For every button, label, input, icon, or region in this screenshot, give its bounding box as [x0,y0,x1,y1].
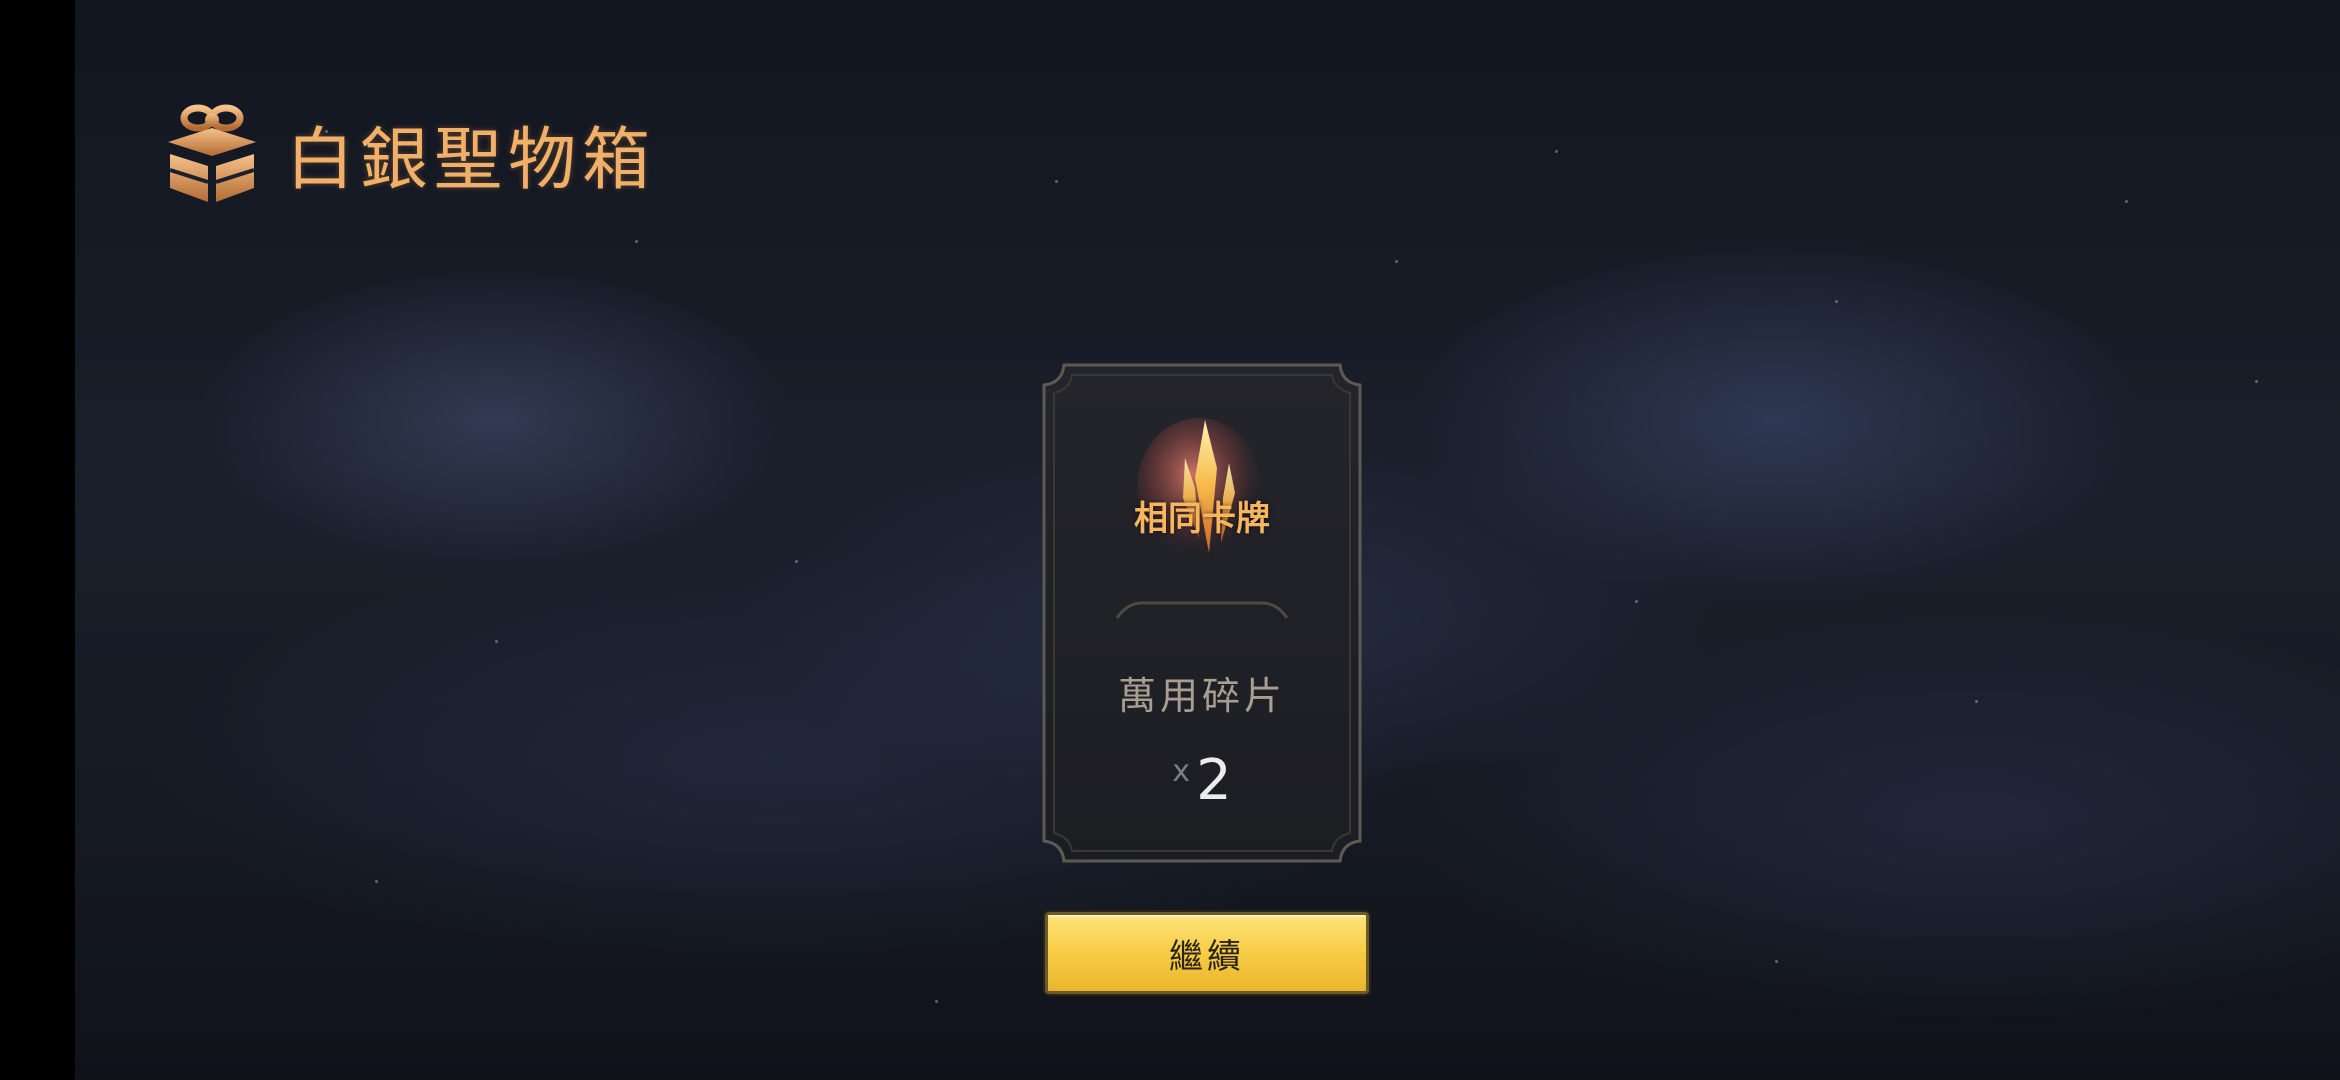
continue-button[interactable]: 繼續 [1045,912,1369,994]
chest-title: 白銀聖物箱 [160,98,656,208]
reward-item-name: 萬用碎片 [1117,674,1286,718]
quantity-value: 2 [1196,748,1232,813]
quantity-prefix: x [1172,754,1191,789]
page-title: 白銀聖物箱 [286,120,657,200]
chest-icon [168,104,256,202]
left-edge-bar [0,0,75,1080]
reward-card: 相同卡牌 萬用碎片 x2 [1042,363,1362,863]
screen: 白銀聖物箱 相同卡牌 萬用碎片 x 2 繼續 [0,0,2340,1080]
duplicate-card-badge: 相同卡牌 [1134,499,1270,539]
reward-quantity: x2 [1042,748,1362,813]
